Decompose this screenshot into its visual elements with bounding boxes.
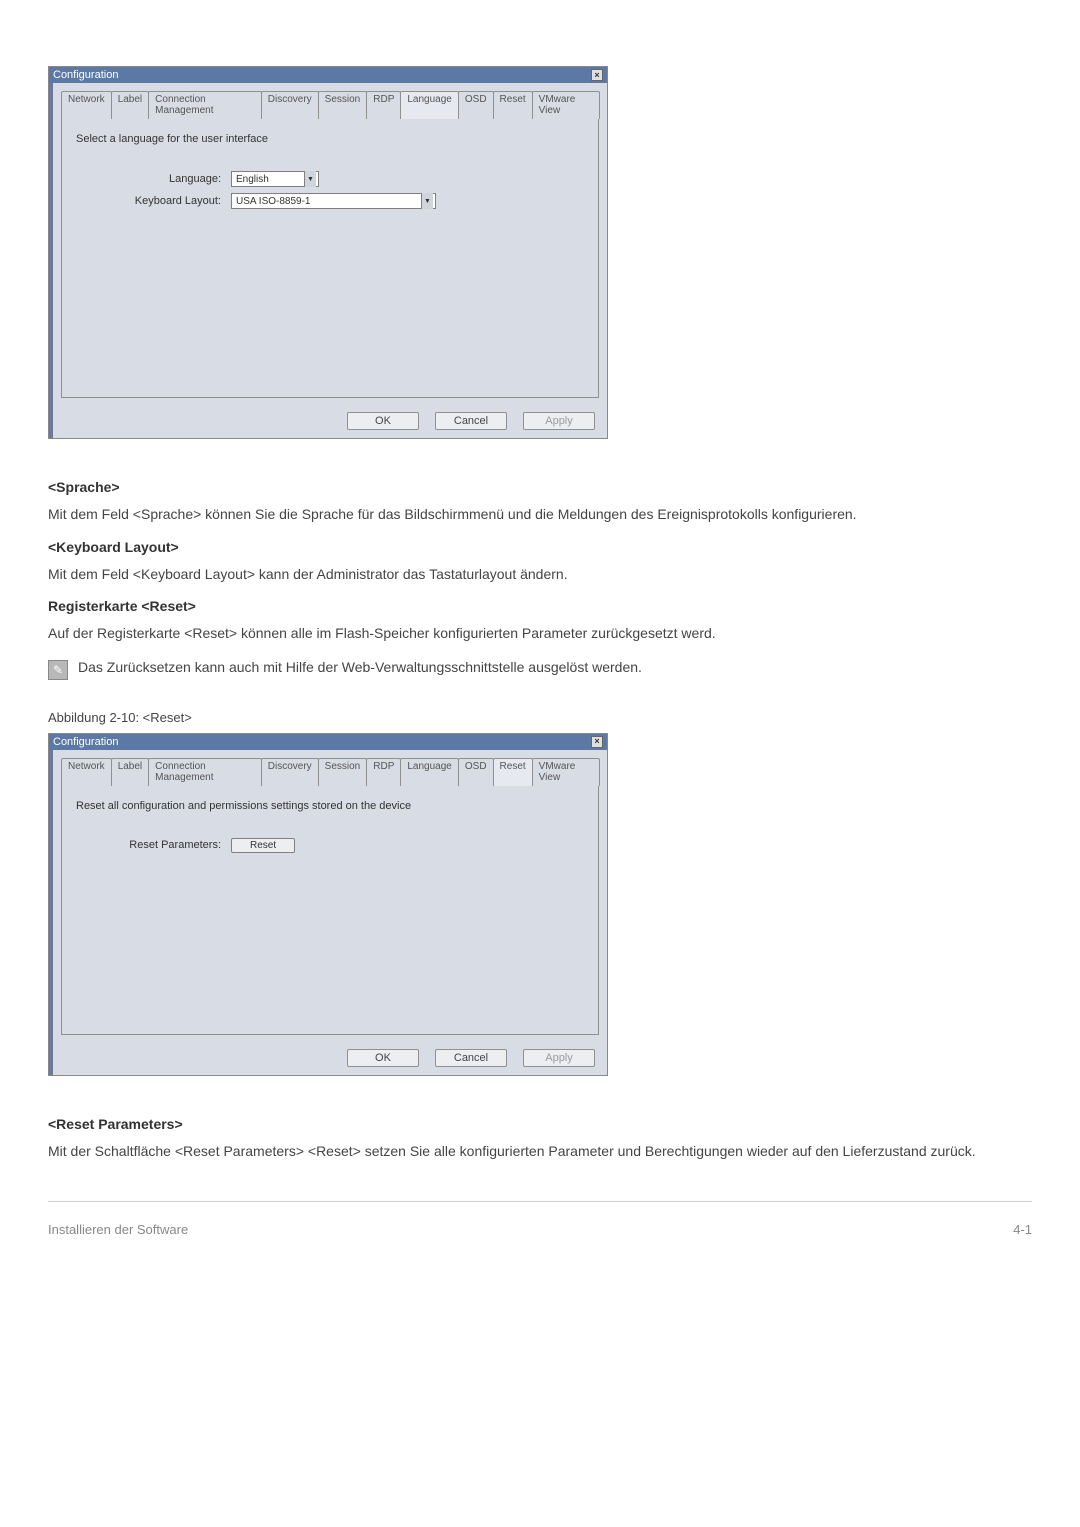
panel-instruction: Reset all configuration and permissions … (76, 800, 584, 812)
figure-caption: Abbildung 2-10: <Reset> (48, 710, 1032, 725)
tab-discovery[interactable]: Discovery (261, 91, 319, 119)
note-text: Das Zurücksetzen kann auch mit Hilfe der… (78, 658, 642, 678)
paragraph-keyboard-layout: Mit dem Feld <Keyboard Layout> kann der … (48, 565, 1032, 585)
tab-session[interactable]: Session (318, 91, 368, 119)
tab-rdp[interactable]: RDP (366, 91, 401, 119)
dialog-button-row: OK Cancel Apply (61, 1045, 599, 1069)
reset-button[interactable]: Reset (231, 838, 295, 853)
tab-discovery[interactable]: Discovery (261, 758, 319, 786)
tab-label[interactable]: Label (111, 91, 149, 119)
config-dialog-language: Configuration × Network Label Connection… (48, 66, 608, 439)
tab-panel-language: Select a language for the user interface… (61, 118, 599, 398)
keyboard-label: Keyboard Layout: (76, 195, 231, 207)
paragraph-sprache: Mit dem Feld <Sprache> können Sie die Sp… (48, 505, 1032, 525)
row-language: Language: English ▼ (76, 171, 584, 187)
dialog-body: Network Label Connection Management Disc… (49, 83, 607, 438)
row-reset-parameters: Reset Parameters: Reset (76, 838, 584, 853)
chevron-down-icon[interactable]: ▼ (421, 193, 433, 209)
config-dialog-reset: Configuration × Network Label Connection… (48, 733, 608, 1076)
tab-network[interactable]: Network (61, 91, 112, 119)
tab-row: Network Label Connection Management Disc… (61, 91, 599, 119)
note-row: ✎ Das Zurücksetzen kann auch mit Hilfe d… (48, 658, 1032, 680)
tab-osd[interactable]: OSD (458, 758, 494, 786)
note-icon: ✎ (48, 660, 68, 680)
tab-session[interactable]: Session (318, 758, 368, 786)
row-keyboard: Keyboard Layout: USA ISO-8859-1 ▼ (76, 193, 584, 209)
close-icon[interactable]: × (591, 69, 603, 81)
language-label: Language: (76, 173, 231, 185)
footer-left: Installieren der Software (48, 1222, 188, 1237)
tab-connection-management[interactable]: Connection Management (148, 758, 262, 786)
tab-language[interactable]: Language (400, 758, 459, 786)
cancel-button[interactable]: Cancel (435, 412, 507, 430)
heading-reset-tab: Registerkarte <Reset> (48, 598, 1032, 614)
panel-instruction: Select a language for the user interface (76, 133, 584, 145)
tab-osd[interactable]: OSD (458, 91, 494, 119)
reset-parameters-label: Reset Parameters: (76, 839, 231, 851)
tab-rdp[interactable]: RDP (366, 758, 401, 786)
tab-reset[interactable]: Reset (493, 91, 533, 119)
dialog-title: Configuration (53, 69, 118, 81)
ok-button[interactable]: OK (347, 1049, 419, 1067)
tab-language[interactable]: Language (400, 91, 459, 119)
dialog-body: Network Label Connection Management Disc… (49, 750, 607, 1075)
heading-reset-parameters: <Reset Parameters> (48, 1116, 1032, 1132)
apply-button[interactable]: Apply (523, 1049, 595, 1067)
heading-keyboard-layout: <Keyboard Layout> (48, 539, 1032, 555)
heading-sprache: <Sprache> (48, 479, 1032, 495)
cancel-button[interactable]: Cancel (435, 1049, 507, 1067)
language-select[interactable]: English ▼ (231, 171, 319, 187)
tab-connection-management[interactable]: Connection Management (148, 91, 262, 119)
keyboard-select[interactable]: USA ISO-8859-1 ▼ (231, 193, 436, 209)
page-footer: Installieren der Software 4-1 (48, 1222, 1032, 1237)
apply-button[interactable]: Apply (523, 412, 595, 430)
dialog-titlebar: Configuration × (49, 734, 607, 750)
chevron-down-icon[interactable]: ▼ (304, 171, 316, 187)
language-value: English (236, 174, 269, 185)
footer-divider (48, 1201, 1032, 1202)
tab-panel-reset: Reset all configuration and permissions … (61, 785, 599, 1035)
paragraph-reset-parameters: Mit der Schaltfläche <Reset Parameters> … (48, 1142, 1032, 1162)
keyboard-value: USA ISO-8859-1 (236, 196, 310, 207)
tab-network[interactable]: Network (61, 758, 112, 786)
paragraph-reset-tab: Auf der Registerkarte <Reset> können all… (48, 624, 1032, 644)
tab-vmware-view[interactable]: VMware View (532, 91, 600, 119)
tab-row: Network Label Connection Management Disc… (61, 758, 599, 786)
ok-button[interactable]: OK (347, 412, 419, 430)
tab-vmware-view[interactable]: VMware View (532, 758, 600, 786)
tab-label[interactable]: Label (111, 758, 149, 786)
dialog-button-row: OK Cancel Apply (61, 408, 599, 432)
dialog-title: Configuration (53, 736, 118, 748)
tab-reset[interactable]: Reset (493, 758, 533, 786)
footer-right: 4-1 (1013, 1222, 1032, 1237)
dialog-titlebar: Configuration × (49, 67, 607, 83)
close-icon[interactable]: × (591, 736, 603, 748)
